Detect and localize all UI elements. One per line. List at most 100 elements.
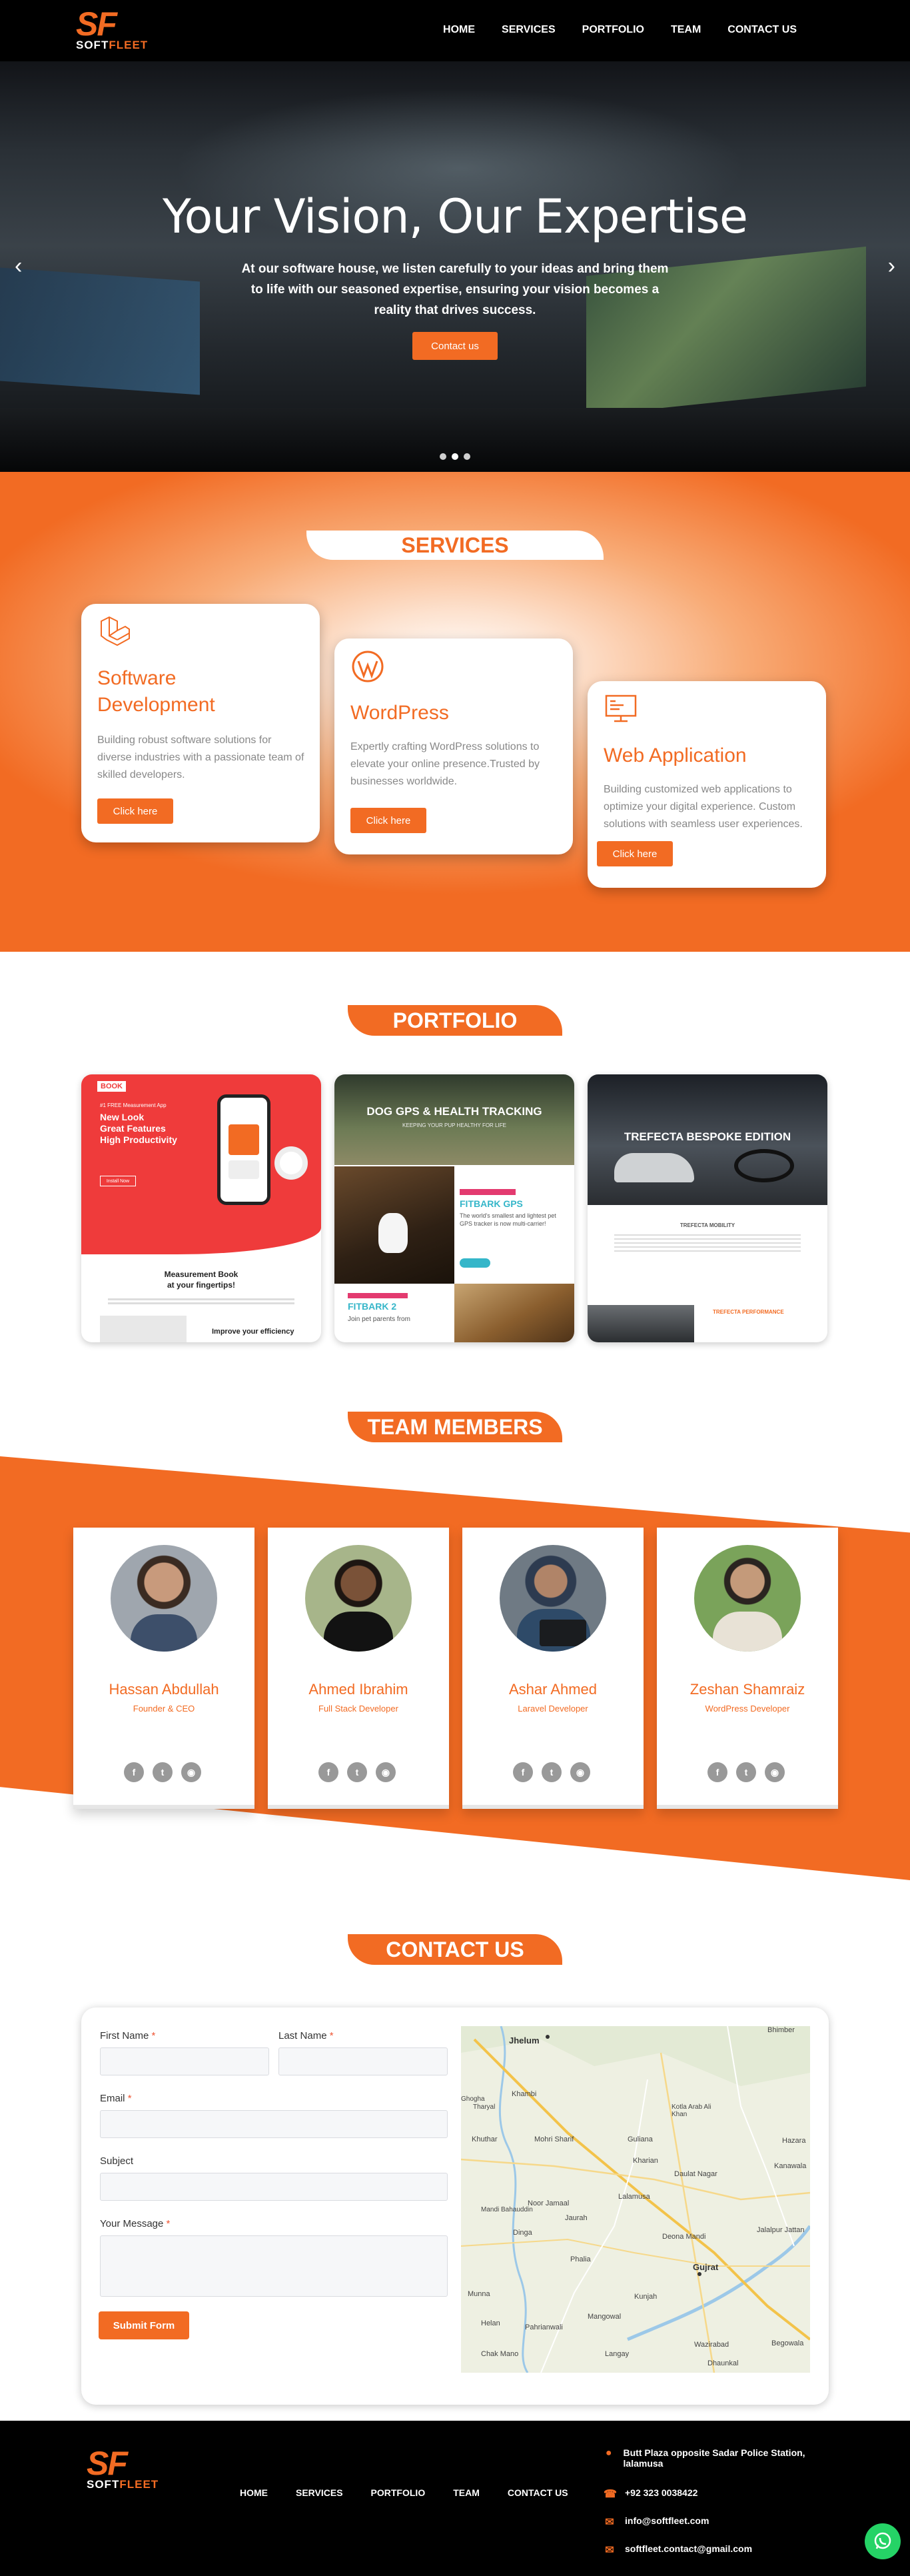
team-card: Zeshan Shamraiz WordPress Developer f t … (657, 1528, 838, 1809)
contact-form-card: First Name * Last Name * Email * Subject… (81, 2007, 829, 2405)
footer-email-info[interactable]: ✉ info@softfleet.com (604, 2515, 709, 2529)
facebook-icon[interactable]: f (707, 1762, 727, 1782)
slider-dot-3[interactable] (464, 453, 470, 460)
service-click-button[interactable]: Click here (597, 841, 673, 866)
instagram-icon[interactable]: ◉ (376, 1762, 396, 1782)
service-click-button[interactable]: Click here (97, 798, 173, 824)
instagram-icon[interactable]: ◉ (765, 1762, 785, 1782)
slider-prev-icon[interactable]: ‹ (15, 253, 22, 279)
twitter-icon[interactable]: t (736, 1762, 756, 1782)
nav-links: HOME SERVICES PORTFOLIO TEAM CONTACT US (443, 24, 797, 36)
wordpress-icon (352, 650, 384, 682)
phone-icon: ☎ (604, 2489, 617, 2500)
hero-title: Your Vision, Our Expertise (163, 189, 748, 244)
instagram-icon[interactable]: ◉ (181, 1762, 201, 1782)
social-links: f t ◉ (707, 1762, 785, 1782)
slider-next-icon[interactable]: › (888, 253, 895, 279)
email-field[interactable] (100, 2110, 448, 2138)
footer-portfolio[interactable]: PORTFOLIO (371, 2487, 426, 2498)
facebook-icon[interactable]: f (318, 1762, 338, 1782)
portfolio-dog-image-2 (454, 1284, 574, 1342)
nav-contact-us[interactable]: CONTACT US (727, 24, 797, 36)
hero-subtitle: At our software house, we listen careful… (241, 262, 669, 317)
twitter-icon[interactable]: t (153, 1762, 173, 1782)
portfolio-heading: PORTFOLIO (348, 1005, 562, 1036)
logo-text: SOFTFLEET (87, 2478, 159, 2491)
location-pin-icon: ● (605, 2447, 612, 2459)
hero-contact-button[interactable]: Contact us (412, 332, 498, 360)
member-name: Zeshan Shamraiz (689, 1681, 805, 1698)
service-text: Building robust software solutions for d… (97, 734, 304, 780)
slider-dot-2[interactable] (452, 453, 458, 460)
avatar (111, 1545, 217, 1652)
footer-team[interactable]: TEAM (453, 2487, 480, 2498)
avatar (500, 1545, 606, 1652)
nav-portfolio[interactable]: PORTFOLIO (582, 24, 644, 36)
location-map[interactable]: Jhelum Bhimber Kharian Gujrat Lalamusa D… (461, 2026, 810, 2373)
nav-home[interactable]: HOME (443, 24, 475, 36)
logo-text: SOFTFLEET (76, 39, 149, 51)
service-card-web-application: Web Application Building customized web … (588, 681, 826, 888)
portfolio-headline: DOG GPS & HEALTH TRACKING (366, 1105, 542, 1118)
service-click-button[interactable]: Click here (350, 808, 426, 833)
team-card: Ahmed Ibrahim Full Stack Developer f t ◉ (268, 1528, 449, 1809)
footer-phone[interactable]: ☎ +92 323 0038422 (604, 2487, 697, 2501)
envelope-icon: ✉ (605, 2517, 614, 2528)
message-label: Your Message * (100, 2218, 171, 2229)
nav-services[interactable]: SERVICES (502, 24, 556, 36)
portfolio-section: TREFECTA PERFORMANCE (713, 1309, 784, 1315)
submit-form-button[interactable]: Submit Form (99, 2311, 189, 2339)
softfleet-logo[interactable]: SF SOFTFLEET (76, 7, 167, 53)
nav-team[interactable]: TEAM (671, 24, 701, 36)
portfolio-item-trefecta[interactable]: TREFECTA BESPOKE EDITION TREFECTA MOBILI… (588, 1074, 827, 1342)
first-name-label: First Name * (100, 2030, 156, 2041)
footer-email-contact[interactable]: ✉ softfleet.contact@gmail.com (604, 2543, 752, 2557)
instagram-icon[interactable]: ◉ (570, 1762, 590, 1782)
twitter-icon[interactable]: t (542, 1762, 562, 1782)
portfolio-section-title: Measurement Book at your fingertips! (164, 1270, 238, 1290)
avatar (305, 1545, 412, 1652)
service-title: Web Application (604, 744, 747, 766)
portfolio-product-title-2: FITBARK 2 (348, 1301, 397, 1312)
footer-logo[interactable]: SF SOFTFLEET (87, 2445, 177, 2493)
member-role: Laravel Developer (518, 1704, 588, 1714)
footer-services[interactable]: SERVICES (296, 2487, 343, 2498)
service-card-wordpress: WordPress Expertly crafting WordPress so… (334, 639, 573, 854)
whatsapp-chat-icon[interactable] (865, 2523, 901, 2559)
whatsapp-glyph (874, 2532, 891, 2549)
web-application-icon (605, 694, 637, 722)
member-role: Full Stack Developer (318, 1704, 398, 1714)
team-card: Ashar Ahmed Laravel Developer f t ◉ (462, 1528, 644, 1809)
footer-home[interactable]: HOME (240, 2487, 268, 2498)
message-field[interactable] (100, 2235, 448, 2297)
member-name: Hassan Abdullah (109, 1681, 219, 1698)
member-name: Ahmed Ibrahim (308, 1681, 408, 1698)
first-name-field[interactable] (100, 2047, 269, 2075)
footer: SF SOFTFLEET HOME SERVICES PORTFOLIO TEA… (0, 2421, 910, 2576)
slider-dot-1[interactable] (440, 453, 446, 460)
logo-mark: SF (87, 2445, 128, 2482)
subject-label: Subject (100, 2155, 134, 2167)
portfolio-install-button: Install Now (100, 1176, 136, 1186)
hero-desk (0, 408, 910, 472)
phone-mockup (217, 1094, 270, 1205)
subject-field[interactable] (100, 2173, 448, 2201)
footer-contact-us[interactable]: CONTACT US (508, 2487, 568, 2498)
facebook-icon[interactable]: f (124, 1762, 144, 1782)
member-name: Ashar Ahmed (508, 1681, 598, 1698)
social-links: f t ◉ (318, 1762, 396, 1782)
service-title: WordPress (350, 702, 449, 724)
slider-dots (440, 453, 470, 460)
portfolio-product-text: The world's smallest and lightest pet GP… (460, 1212, 556, 1227)
portfolio-screenshot (100, 1316, 187, 1342)
portfolio-tagline: #1 FREE Measurement App (100, 1102, 167, 1108)
twitter-icon[interactable]: t (347, 1762, 367, 1782)
email-label: Email * (100, 2093, 132, 2104)
service-text: Building customized web applications to … (604, 784, 803, 830)
last-name-field[interactable] (278, 2047, 448, 2075)
team-card: Hassan Abdullah Founder & CEO f t ◉ (73, 1528, 254, 1809)
facebook-icon[interactable]: f (513, 1762, 533, 1782)
portfolio-item-measurement-book[interactable]: BOOK #1 FREE Measurement App New Look Gre… (81, 1074, 321, 1342)
portfolio-item-fitbark[interactable]: DOG GPS & HEALTH TRACKING KEEPING YOUR P… (334, 1074, 574, 1342)
member-role: Founder & CEO (133, 1704, 195, 1714)
